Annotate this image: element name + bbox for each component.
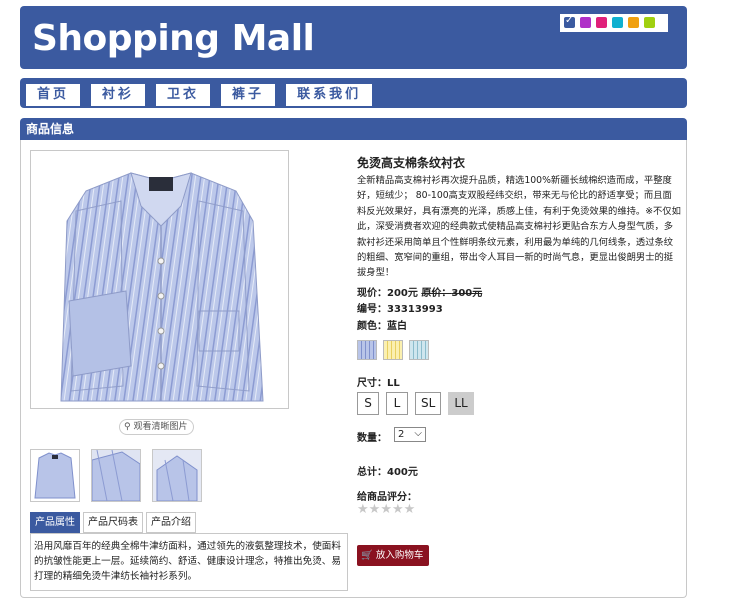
- site-title: Shopping Mall: [32, 18, 315, 59]
- current-price: 200元: [387, 288, 418, 299]
- nav-item-pants[interactable]: 裤子: [221, 84, 276, 106]
- star-icon[interactable]: ★: [369, 503, 381, 516]
- star-icon[interactable]: ★: [357, 503, 369, 516]
- nav-item-home[interactable]: 首页: [26, 84, 81, 106]
- sku-line: 编号：33313993: [357, 300, 443, 315]
- thumbnail-3[interactable]: [152, 449, 202, 502]
- size-option-sl[interactable]: SL: [415, 392, 442, 415]
- theme-swatch[interactable]: [564, 15, 575, 28]
- thumbnail-2[interactable]: [91, 449, 141, 502]
- main-product-image[interactable]: [30, 150, 289, 409]
- old-price-label: 原价：: [421, 288, 452, 299]
- old-price: 300元: [451, 288, 483, 299]
- theme-swatch[interactable]: [628, 17, 639, 28]
- shirt-image: [60, 172, 264, 402]
- add-to-cart-button[interactable]: 🛒 放入购物车: [357, 545, 430, 566]
- star-icon[interactable]: ★: [404, 503, 416, 516]
- theme-switcher: [560, 14, 668, 32]
- color-option-blue-white[interactable]: [357, 340, 377, 360]
- tab-size-chart[interactable]: 产品尺码表: [83, 512, 143, 533]
- size-line: 尺寸：LL: [357, 374, 400, 389]
- color-option-yellow-white[interactable]: [383, 340, 403, 360]
- tab-content: 沿用风靡百年的经典全棉牛津纺面料，通过领先的液氨整理技术，使面料的抗皱性能更上一…: [30, 533, 348, 591]
- tab-attributes[interactable]: 产品属性: [30, 512, 80, 533]
- theme-swatch[interactable]: [644, 17, 655, 28]
- theme-swatch[interactable]: [580, 17, 591, 28]
- chevron-down-icon: ⌵: [414, 428, 422, 439]
- nav-item-shirts[interactable]: 衬衫: [91, 84, 146, 106]
- quantity-select[interactable]: 2 ⌵: [394, 427, 426, 442]
- total-value: 400元: [387, 467, 418, 478]
- size-option-l[interactable]: L: [386, 392, 408, 415]
- zoom-label: 观看清晰图片: [133, 422, 188, 432]
- thumbnail-image: [31, 450, 79, 501]
- theme-swatch[interactable]: [596, 17, 607, 28]
- theme-swatch[interactable]: [612, 17, 623, 28]
- old-price-group: 原价：300元: [421, 288, 482, 299]
- tab-introduction[interactable]: 产品介绍: [146, 512, 196, 533]
- star-icon[interactable]: ★: [392, 503, 404, 516]
- price-label: 现价：: [357, 288, 387, 299]
- thumbnail-image: [92, 450, 140, 501]
- color-options: [357, 340, 429, 360]
- product-description: 全新精品高支棉衬衫再次提升品质，精选100%新疆长绒棉织造而成，平整度好，短绒少…: [357, 175, 681, 279]
- size-option-ll[interactable]: LL: [448, 392, 474, 415]
- size-label: 尺寸：: [357, 378, 387, 389]
- nav-item-hoodies[interactable]: 卫衣: [156, 84, 211, 106]
- total-line: 总计：400元: [357, 463, 418, 478]
- zoom-image-button[interactable]: ⚲ 观看清晰图片: [119, 419, 195, 435]
- nav-item-contact[interactable]: 联系我们: [286, 84, 373, 106]
- color-option-cyan-white[interactable]: [409, 340, 429, 360]
- thumbnail-image: [153, 450, 201, 501]
- magnifier-icon: ⚲: [124, 422, 131, 432]
- shopping-cart-icon: 🛒: [361, 550, 373, 561]
- size-option-s[interactable]: S: [357, 392, 379, 415]
- quantity-label: 数量：: [357, 433, 387, 444]
- site-header: Shopping Mall: [20, 6, 687, 69]
- size-options: S L SL LL: [357, 392, 474, 415]
- product-title: 免烫高支棉条纹衬衣: [357, 156, 466, 170]
- color-value: 蓝白: [387, 321, 407, 332]
- color-label: 颜色：: [357, 321, 387, 332]
- product-tabs: 产品属性 产品尺码表 产品介绍: [30, 512, 196, 533]
- main-nav: 首页 衬衫 卫衣 裤子 联系我们: [20, 78, 687, 108]
- star-icon[interactable]: ★: [380, 503, 392, 516]
- add-to-cart-label: 放入购物车: [375, 550, 424, 561]
- total-label: 总计：: [357, 467, 387, 478]
- size-value: LL: [387, 378, 400, 389]
- quantity-value: 2: [398, 429, 405, 440]
- sku-value: 33313993: [387, 304, 443, 315]
- sku-label: 编号：: [357, 304, 387, 315]
- thumbnail-1[interactable]: [30, 449, 80, 502]
- section-header: 商品信息: [20, 118, 687, 140]
- rating-stars: ★ ★ ★ ★ ★: [357, 503, 415, 516]
- rating-label: 给商品评分：: [357, 492, 417, 503]
- color-line: 颜色：蓝白: [357, 317, 407, 332]
- price-line: 现价：200元 原价：300元: [357, 284, 482, 299]
